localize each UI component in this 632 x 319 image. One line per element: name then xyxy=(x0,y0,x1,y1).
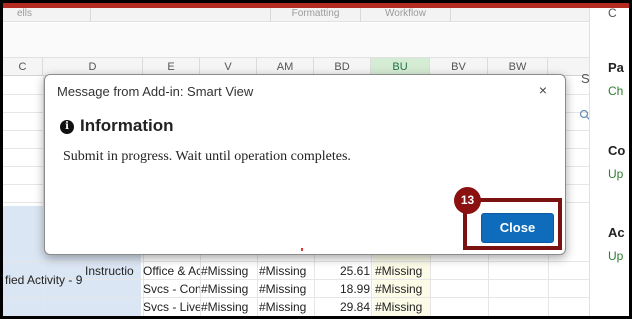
dialog-message: Submit in progress. Wait until operation… xyxy=(63,149,351,164)
dialog-titlebar: Message from Add-in: Smart View × xyxy=(45,75,565,105)
right-pane-link[interactable]: Up xyxy=(608,167,623,181)
right-pane-heading: Co xyxy=(608,143,626,158)
right-pane-link[interactable]: Up xyxy=(608,249,623,263)
cell-activity[interactable]: fied Activity - 9 xyxy=(5,271,83,289)
cell-bd[interactable]: 29.84 xyxy=(314,298,370,316)
cell-bu[interactable]: #Missing xyxy=(375,262,430,280)
cell-am[interactable]: #Missing xyxy=(259,262,314,280)
cell-bu[interactable]: #Missing xyxy=(375,280,430,298)
close-icon[interactable]: × xyxy=(535,82,551,98)
cell-v[interactable]: #Missing xyxy=(201,298,257,316)
ribbon-group-cells: ells xyxy=(3,8,91,22)
formula-area xyxy=(3,23,589,58)
screenshot-frame: ells Formatting Workflow C D E V AM BD B… xyxy=(3,3,629,316)
cell-expense[interactable]: Svcs - Live xyxy=(143,298,200,316)
ribbon-group-blank xyxy=(91,8,271,22)
cell-instruction[interactable]: Instructio xyxy=(85,262,143,280)
cell-expense[interactable]: Office & Ac xyxy=(143,262,200,280)
column-header-c[interactable]: C xyxy=(3,58,43,76)
right-pane-link[interactable]: Ch xyxy=(608,84,623,98)
cell-v[interactable]: #Missing xyxy=(201,280,257,298)
ribbon-group-formatting: Formatting xyxy=(271,8,361,22)
right-pane-heading: Pa xyxy=(608,60,624,75)
cell-v[interactable]: #Missing xyxy=(201,262,257,280)
ribbon-group-workflow: Workflow xyxy=(361,8,451,22)
step-number-badge: 13 xyxy=(454,187,481,214)
ribbon-strip: ells Formatting Workflow xyxy=(3,8,589,22)
cell-bu[interactable]: #Missing xyxy=(375,298,430,316)
right-pane-heading: Ac xyxy=(608,225,625,240)
cell-bd[interactable]: 25.61 xyxy=(314,262,370,280)
cell-expense[interactable]: Svcs - Con xyxy=(143,280,200,298)
dialog-title: Message from Add-in: Smart View xyxy=(57,84,254,99)
info-icon: i xyxy=(60,120,74,134)
cell-am[interactable]: #Missing xyxy=(259,280,314,298)
red-marker xyxy=(301,248,303,251)
cell-bd[interactable]: 18.99 xyxy=(314,280,370,298)
dialog-heading: Information xyxy=(80,116,174,135)
right-pane-top: C xyxy=(608,6,617,20)
cell-am[interactable]: #Missing xyxy=(259,298,314,316)
right-pane: C Pa Ch Co Up Ac Up xyxy=(589,6,629,316)
